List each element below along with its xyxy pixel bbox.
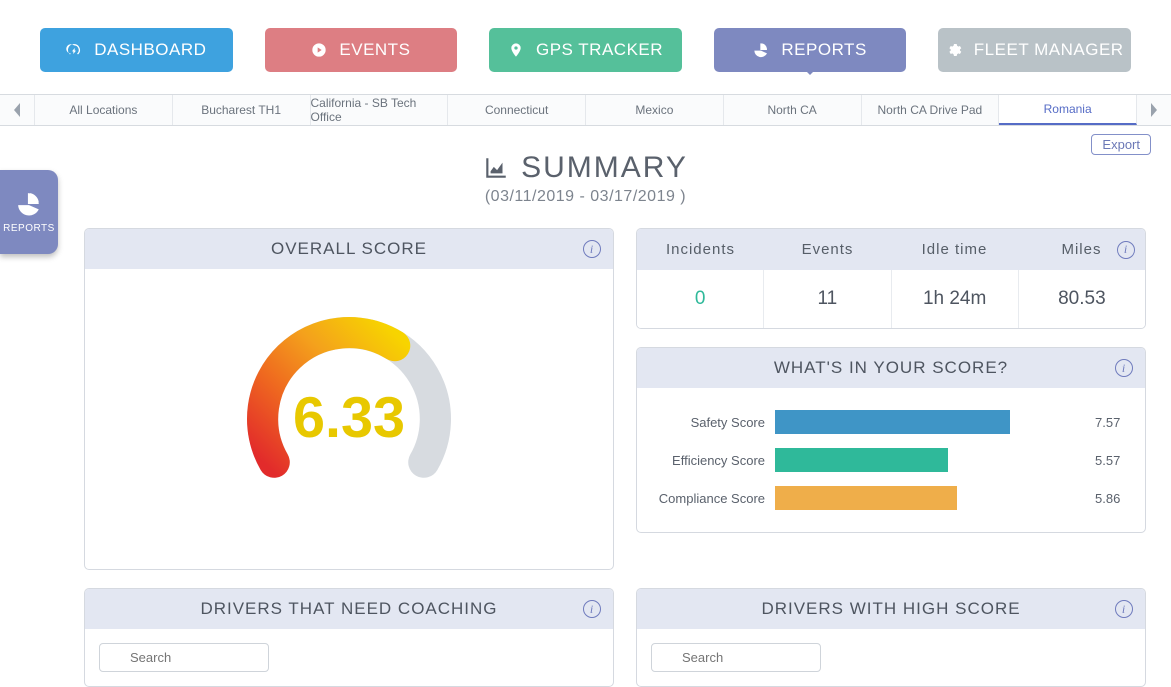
nav-fleet[interactable]: FLEET MANAGER (938, 28, 1131, 72)
nav-dashboard[interactable]: DASHBOARD (40, 28, 233, 72)
score-bar-row: Safety Score 7.57 (655, 410, 1127, 434)
summary-date-range: (03/11/2019 - 03/17/2019 ) (0, 188, 1171, 206)
location-tab[interactable]: Romania (999, 95, 1137, 125)
gear-icon (946, 42, 962, 58)
stats-value-miles: 80.53 (1019, 270, 1145, 328)
score-bar-row: Efficiency Score 5.57 (655, 448, 1127, 472)
highscore-search-wrap (637, 629, 1145, 686)
overall-score-card: OVERALL SCORE i 6.33 (84, 228, 614, 570)
location-prev[interactable] (0, 95, 34, 125)
top-nav: DASHBOARD EVENTS GPS TRACKER REPORTS FLE… (0, 0, 1171, 94)
score-bar-value: 5.57 (1085, 453, 1127, 468)
nav-gps-label: GPS TRACKER (536, 40, 663, 60)
location-tabs: All LocationsBucharest TH1California - S… (34, 95, 1137, 125)
stats-label-idle: Idle time (891, 229, 1018, 270)
location-next[interactable] (1137, 95, 1171, 125)
score-bar-fill (775, 410, 1010, 434)
nav-reports-label: REPORTS (781, 40, 866, 60)
location-tab[interactable]: Bucharest TH1 (173, 95, 311, 125)
right-column: Incidents Events Idle time Miles i 0 11 … (636, 228, 1146, 570)
info-icon[interactable]: i (1117, 241, 1135, 259)
stats-value-incidents: 0 (637, 270, 764, 328)
coaching-search-input[interactable] (99, 643, 269, 672)
highscore-heading-text: DRIVERS WITH HIGH SCORE (761, 599, 1020, 618)
nav-dashboard-label: DASHBOARD (94, 40, 206, 60)
score-bar-track (775, 486, 1085, 510)
info-icon[interactable]: i (583, 600, 601, 618)
coaching-search-wrap (85, 629, 613, 686)
summary-header: SUMMARY (03/11/2019 - 03/17/2019 ) (0, 151, 1171, 206)
score-bar-track (775, 410, 1085, 434)
stats-value-idle: 1h 24m (892, 270, 1019, 328)
coaching-card: DRIVERS THAT NEED COACHING i (84, 588, 614, 687)
summary-title-text: SUMMARY (521, 151, 688, 185)
score-bar-value: 5.86 (1085, 491, 1127, 506)
side-reports-label: REPORTS (3, 223, 55, 234)
overall-score-heading-text: OVERALL SCORE (271, 239, 427, 258)
score-breakdown-heading: WHAT'S IN YOUR SCORE? i (637, 348, 1145, 388)
chart-icon (483, 155, 509, 181)
nav-events[interactable]: EVENTS (265, 28, 458, 72)
stats-label-incidents: Incidents (637, 229, 764, 270)
coaching-heading: DRIVERS THAT NEED COACHING i (85, 589, 613, 629)
location-tab[interactable]: Connecticut (448, 95, 586, 125)
stats-value-events: 11 (764, 270, 891, 328)
gauge: 6.33 (85, 269, 613, 569)
highscore-heading: DRIVERS WITH HIGH SCORE i (637, 589, 1145, 629)
stats-card: Incidents Events Idle time Miles i 0 11 … (636, 228, 1146, 329)
gauge-icon (66, 42, 82, 58)
highscore-search-input[interactable] (651, 643, 821, 672)
summary-title: SUMMARY (483, 151, 688, 185)
coaching-heading-text: DRIVERS THAT NEED COACHING (200, 599, 497, 618)
score-bar-label: Compliance Score (655, 491, 775, 506)
stats-label-events: Events (764, 229, 891, 270)
nav-gps[interactable]: GPS TRACKER (489, 28, 682, 72)
export-button[interactable]: Export (1091, 134, 1151, 155)
location-tab[interactable]: All Locations (34, 95, 173, 125)
overall-score-heading: OVERALL SCORE i (85, 229, 613, 269)
pie-icon (16, 191, 42, 217)
highscore-card: DRIVERS WITH HIGH SCORE i (636, 588, 1146, 687)
score-bar-row: Compliance Score 5.86 (655, 486, 1127, 510)
chevron-left-icon (12, 103, 22, 117)
location-tab[interactable]: California - SB Tech Office (311, 95, 449, 125)
stats-head: Incidents Events Idle time Miles i (637, 229, 1145, 270)
stats-label-miles: Miles i (1018, 229, 1145, 270)
stats-body: 0 11 1h 24m 80.53 (637, 270, 1145, 328)
overall-score-value: 6.33 (293, 386, 405, 450)
score-bar-label: Safety Score (655, 415, 775, 430)
info-icon[interactable]: i (583, 240, 601, 258)
info-icon[interactable]: i (1115, 359, 1133, 377)
score-breakdown-heading-text: WHAT'S IN YOUR SCORE? (774, 358, 1008, 377)
info-icon[interactable]: i (1115, 600, 1133, 618)
nav-reports[interactable]: REPORTS (714, 28, 907, 72)
content-grid: OVERALL SCORE i 6.33 (0, 206, 1171, 687)
location-tab[interactable]: North CA Drive Pad (862, 95, 1000, 125)
pie-icon (753, 42, 769, 58)
score-bar-label: Efficiency Score (655, 453, 775, 468)
score-bar-value: 7.57 (1085, 415, 1127, 430)
score-bar-track (775, 448, 1085, 472)
location-strip: All LocationsBucharest TH1California - S… (0, 94, 1171, 126)
nav-events-label: EVENTS (339, 40, 410, 60)
location-tab[interactable]: Mexico (586, 95, 724, 125)
pin-icon (508, 42, 524, 58)
nav-fleet-label: FLEET MANAGER (974, 40, 1124, 60)
stats-label-miles-text: Miles (1061, 241, 1101, 258)
chevron-right-icon (1149, 103, 1159, 117)
play-icon (311, 42, 327, 58)
side-reports-tab[interactable]: REPORTS (0, 170, 58, 254)
score-bar-fill (775, 486, 957, 510)
score-bar-fill (775, 448, 948, 472)
location-tab[interactable]: North CA (724, 95, 862, 125)
score-bars: Safety Score 7.57 Efficiency Score 5.57 Comp… (637, 388, 1145, 532)
score-breakdown-card: WHAT'S IN YOUR SCORE? i Safety Score 7.57… (636, 347, 1146, 533)
